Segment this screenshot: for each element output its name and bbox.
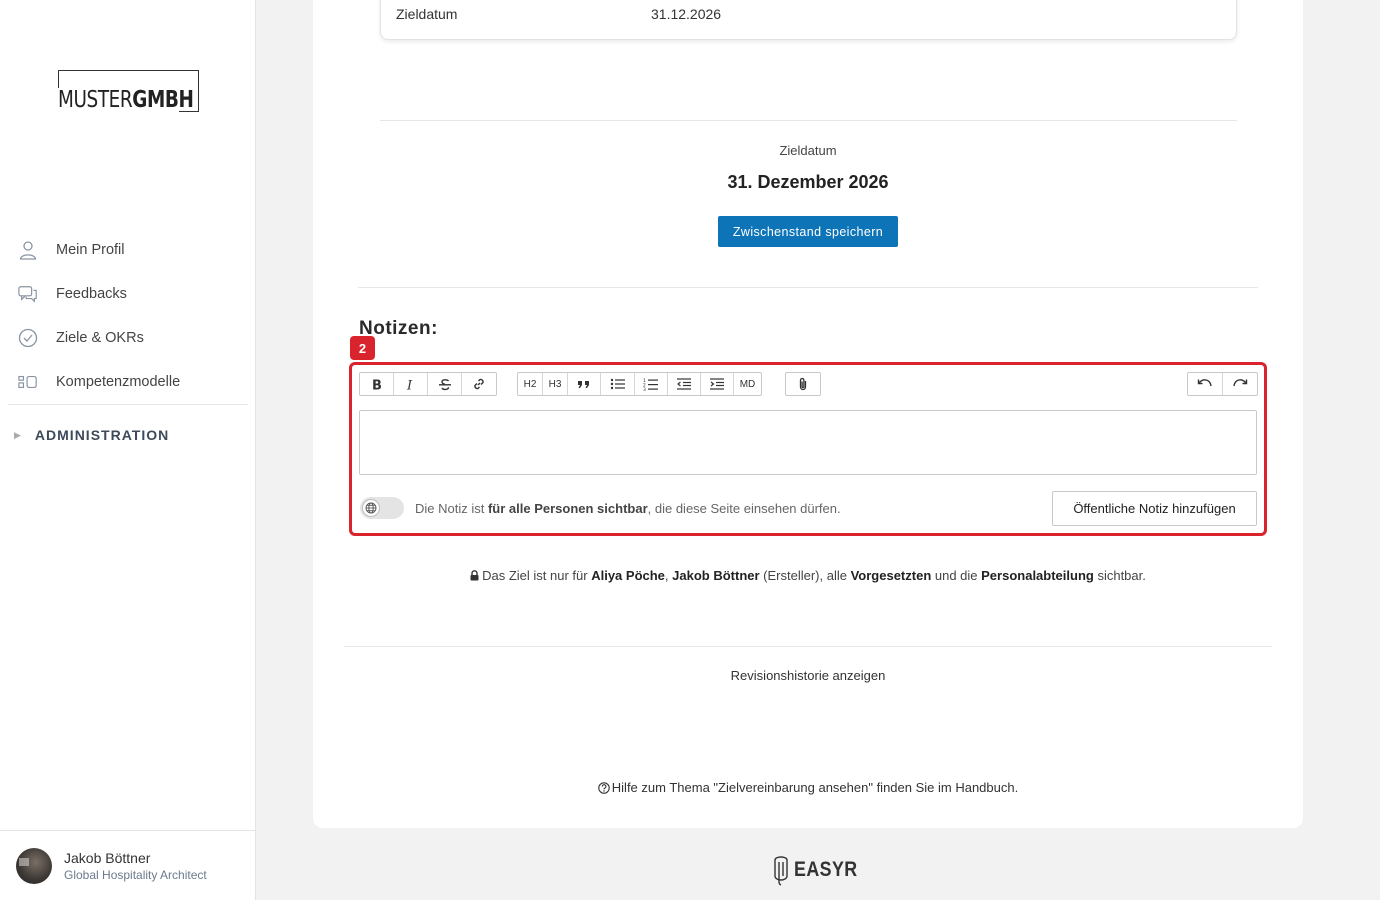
divider	[380, 120, 1237, 121]
sidebar: MUSTERGMBH Mein Profil Feedbacks Ziele &…	[0, 0, 256, 900]
help-notice: Hilfe zum Thema "Zielvereinbarung ansehe…	[313, 780, 1303, 795]
easyr-logo-icon	[774, 856, 788, 886]
divider	[344, 646, 1272, 647]
paperclip-icon[interactable]	[786, 373, 820, 395]
editor-toolbar: B I H2 H3 123 MD	[359, 372, 1258, 396]
target-date-label: Zieldatum	[779, 143, 837, 158]
svg-text:3: 3	[643, 387, 646, 391]
globe-icon	[362, 499, 380, 517]
quote-icon[interactable]	[568, 373, 601, 395]
undo-icon[interactable]	[1188, 373, 1223, 395]
note-editor[interactable]	[359, 410, 1257, 475]
target-date-value: 31. Dezember 2026	[727, 172, 889, 192]
add-public-note-button[interactable]: Öffentliche Notiz hinzufügen	[1052, 491, 1257, 526]
expand-triangle-icon: ▶	[14, 429, 21, 440]
sidebar-item-feedbacks[interactable]: Feedbacks	[8, 272, 248, 316]
sidebar-item-ziele-okrs[interactable]: Ziele & OKRs	[8, 316, 248, 360]
sidebar-item-mein-profil[interactable]: Mein Profil	[8, 228, 248, 272]
svg-text:I: I	[406, 378, 413, 391]
sidebar-item-kompetenzmodelle[interactable]: Kompetenzmodelle	[8, 360, 248, 404]
user-icon	[18, 240, 38, 260]
grid-icon	[18, 372, 38, 392]
bullet-list-icon[interactable]	[601, 373, 635, 395]
save-progress-button[interactable]: Zwischenstand speichern	[718, 216, 898, 247]
lock-icon	[470, 570, 479, 581]
detail-value: 31.12.2026	[651, 6, 722, 22]
user-role: Global Hospitality Architect	[64, 867, 207, 882]
outdent-icon[interactable]	[668, 373, 701, 395]
goal-details-table: Zieldatum 31.12.2026	[380, 0, 1237, 40]
heading2-button[interactable]: H2	[518, 373, 543, 395]
heading3-button[interactable]: H3	[543, 373, 568, 395]
block-group: H2 H3 123 MD	[517, 372, 762, 396]
numbered-list-icon[interactable]: 123	[635, 373, 668, 395]
chat-icon	[18, 284, 38, 304]
avatar	[16, 847, 52, 884]
detail-key: Zieldatum	[396, 6, 458, 22]
history-group	[1187, 372, 1258, 396]
visibility-text: Die Notiz ist für alle Personen sichtbar…	[415, 501, 841, 516]
user-name: Jakob Böttner	[64, 849, 151, 866]
annotation-badge: 2	[350, 336, 375, 360]
attach-group	[785, 372, 821, 396]
format-group: B I	[359, 372, 497, 396]
revision-history-link[interactable]: Revisionshistorie anzeigen	[313, 668, 1303, 683]
privacy-notice: Das Ziel ist nur für Aliya Pöche, Jakob …	[313, 568, 1303, 583]
company-logo[interactable]: MUSTERGMBH	[58, 70, 199, 113]
bold-icon[interactable]: B	[360, 373, 394, 395]
help-icon	[598, 782, 610, 794]
redo-icon[interactable]	[1223, 373, 1257, 395]
strikethrough-icon[interactable]	[428, 373, 462, 395]
visibility-toggle[interactable]	[360, 497, 404, 519]
sidebar-nav: Mein Profil Feedbacks Ziele & OKRs Kompe…	[8, 228, 248, 465]
sidebar-item-administration[interactable]: ▶ ADMINISTRATION	[8, 405, 248, 465]
link-icon[interactable]	[462, 373, 496, 395]
indent-icon[interactable]	[701, 373, 734, 395]
divider	[358, 287, 1258, 288]
check-circle-icon	[18, 328, 38, 348]
goal-detail-card: Zieldatum 31.12.2026 Zieldatum 31. Dezem…	[313, 0, 1303, 828]
footer-logo: EASYR	[772, 854, 869, 886]
italic-icon[interactable]: I	[394, 373, 428, 395]
markdown-button[interactable]: MD	[734, 373, 761, 395]
user-profile[interactable]: Jakob Böttner Global Hospitality Archite…	[0, 830, 255, 900]
svg-text:B: B	[372, 378, 382, 391]
